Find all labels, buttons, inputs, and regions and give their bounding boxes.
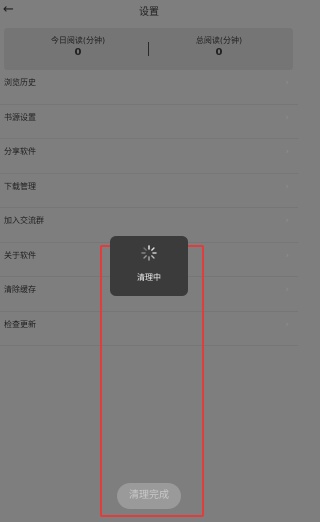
menu-item-label: 书源设置 xyxy=(4,112,36,122)
clearing-toast: 清理中 xyxy=(110,236,188,296)
chevron-right-icon: › xyxy=(285,285,289,295)
menu-item-label: 清除缓存 xyxy=(4,285,36,294)
menu-item-browse-history[interactable]: 浏览历史 › xyxy=(0,70,298,105)
menu-item-label: 加入交流群 xyxy=(4,216,44,225)
total-reading-stat: 总阅读(分钟) 0 xyxy=(149,35,289,59)
page-title: 设置 xyxy=(139,7,159,18)
reading-stats-card: 今日阅读(分钟) 0 总阅读(分钟) 0 xyxy=(4,28,293,70)
menu-item-source-settings[interactable]: 书源设置 › xyxy=(0,105,298,139)
menu-item-label: 下载管理 xyxy=(4,181,36,191)
menu-item-share-app[interactable]: 分享软件 › xyxy=(0,139,298,174)
loading-spinner-icon xyxy=(141,245,157,261)
menu-item-download-manager[interactable]: 下载管理 › xyxy=(0,174,298,208)
menu-item-label: 浏览历史 xyxy=(4,78,36,87)
chevron-right-icon: › xyxy=(285,78,289,88)
chevron-right-icon: › xyxy=(285,181,289,192)
today-reading-value: 0 xyxy=(74,47,82,58)
menu-item-label: 检查更新 xyxy=(4,319,36,329)
chevron-right-icon: › xyxy=(285,147,289,157)
today-reading-stat: 今日阅读(分钟) 0 xyxy=(8,35,148,59)
header-bar: ← 设置 xyxy=(0,0,298,22)
chevron-right-icon: › xyxy=(285,250,289,261)
today-reading-label: 今日阅读(分钟) xyxy=(50,36,106,45)
chevron-right-icon: › xyxy=(285,319,289,330)
chevron-right-icon: › xyxy=(285,216,289,226)
clear-complete-button[interactable]: 清理完成 xyxy=(117,483,181,509)
toast-message: 清理中 xyxy=(137,273,161,282)
menu-item-label: 关于软件 xyxy=(4,250,36,260)
total-reading-label: 总阅读(分钟) xyxy=(195,36,243,45)
menu-item-label: 分享软件 xyxy=(4,147,36,156)
total-reading-value: 0 xyxy=(215,47,223,58)
chevron-right-icon: › xyxy=(285,112,289,123)
